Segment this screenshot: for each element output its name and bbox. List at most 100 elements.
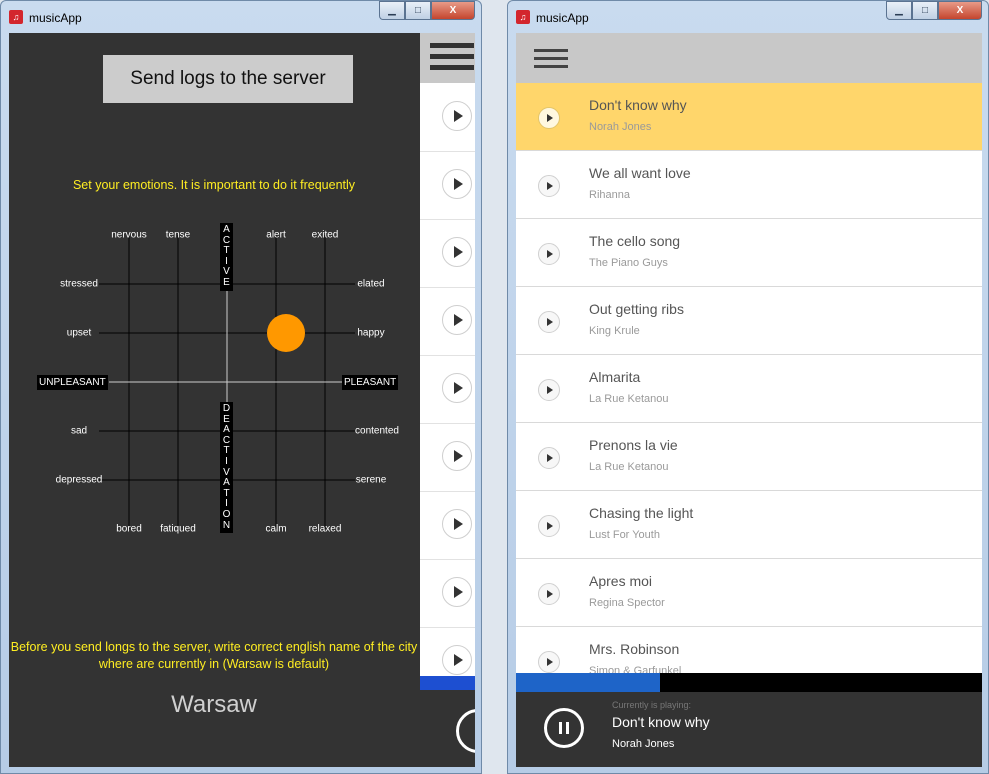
emotion-label-contented: contented [355,425,399,437]
song-row[interactable]: We all want love Rihanna [516,151,982,219]
emotion-label-depressed: depressed [55,474,103,486]
emotion-label-bored: bored [116,523,142,535]
deactivation-axis-label: D E A C T I V A T I O N [220,402,233,534]
maximize-button[interactable]: □ [912,1,938,20]
song-artist: La Rue Ketanou [589,461,669,473]
active-axis-label: A C T I V E [220,223,233,291]
song-title: Apres moi [589,573,653,589]
unpleasant-axis-label: UNPLEASANT [37,375,108,390]
song-title: Don't know why [589,97,687,113]
song-artist: Lust For Youth [589,529,660,541]
song-row[interactable]: Almarita La Rue Ketanou [516,355,982,423]
window-title: musicApp [29,11,82,25]
emotion-label-alert: alert [266,229,286,241]
pause-button[interactable] [544,708,584,748]
now-playing-artist: Norah Jones [612,738,675,750]
instruction-text: Set your emotions. It is important to do… [72,178,356,192]
song-title: Almarita [589,369,641,385]
emotion-label-tense: tense [165,229,191,241]
send-logs-button[interactable]: Send logs to the server [103,55,353,103]
player-window: ♫ musicApp ▁ □ X Don't know why Norah Jo… [507,0,989,774]
play-icon[interactable] [538,175,560,197]
pleasant-axis-label: PLEASANT [342,375,399,390]
play-icon[interactable] [538,243,560,265]
emotion-label-fatiqued: fatiqued [160,523,196,535]
pause-icon [559,722,562,734]
title-bar[interactable]: ♫ musicApp ▁ □ X [1,1,481,33]
song-title: Prenons la vie [589,437,678,453]
menu-icon[interactable] [534,49,568,73]
window-title: musicApp [536,11,589,25]
emotion-panel: Send logs to the server Set your emotion… [9,33,475,767]
play-icon[interactable] [442,509,472,539]
close-button[interactable]: X [431,1,475,20]
emotion-grid-lines [99,235,355,529]
minimize-button[interactable]: ▁ [886,1,912,20]
minimize-button[interactable]: ▁ [379,1,405,20]
song-artist: La Rue Ketanou [589,393,669,405]
play-icon[interactable] [442,237,472,267]
side-menu-bar [420,33,475,83]
now-playing-title: Don't know why [612,714,710,730]
song-artist: Norah Jones [589,121,652,133]
playlist-panel: Don't know why Norah Jones We all want l… [516,33,982,767]
playback-progress-fill [516,673,661,692]
play-icon[interactable] [538,311,560,333]
song-row[interactable]: Prenons la vie La Rue Ketanou [516,423,982,491]
side-progress-bar [420,676,475,690]
play-icon[interactable] [442,101,472,131]
playlist-side-strip [420,33,475,767]
play-icon[interactable] [538,107,560,129]
play-icon[interactable] [538,515,560,537]
emotion-label-sad: sad [70,425,88,437]
title-bar[interactable]: ♫ musicApp ▁ □ X [508,1,988,33]
play-icon[interactable] [442,577,472,607]
song-row[interactable]: Out getting ribs King Krule [516,287,982,355]
play-icon[interactable] [442,169,472,199]
song-row[interactable]: Chasing the light Lust For Youth [516,491,982,559]
song-title: Chasing the light [589,505,694,521]
emotion-label-calm: calm [265,523,287,535]
app-icon: ♫ [9,10,23,24]
emotion-label-elated: elated [357,278,385,290]
emotion-label-stressed: stressed [60,278,98,290]
menu-icon[interactable] [430,43,474,76]
song-row[interactable]: Don't know why Norah Jones [516,83,982,151]
play-icon[interactable] [538,651,560,673]
song-title: Mrs. Robinson [589,641,680,657]
now-playing-label: Currently is playing: [612,700,692,710]
emotion-label-relaxed: relaxed [308,523,342,535]
play-icon[interactable] [442,441,472,471]
song-title: Out getting ribs [589,301,684,317]
top-bar [516,33,982,83]
play-icon[interactable] [538,447,560,469]
emotion-label-exited: exited [311,229,339,241]
song-artist: King Krule [589,325,640,337]
emotion-label-happy: happy [357,327,385,339]
song-artist: Regina Spector [589,597,665,609]
song-row[interactable]: Apres moi Regina Spector [516,559,982,627]
city-input[interactable]: Warsaw [9,691,419,719]
song-artist: Rihanna [589,189,630,201]
now-playing-bar: Currently is playing: Don't know why Nor… [516,692,982,767]
play-icon[interactable] [538,583,560,605]
song-artist: The Piano Guys [589,257,668,269]
emotion-label-serene: serene [355,474,387,486]
emotion-label-upset: upset [66,327,92,339]
emotion-grid[interactable]: nervous tense alert exited stressed elat… [9,213,419,603]
play-icon[interactable] [442,305,472,335]
emotion-window: ♫ musicApp ▁ □ X Send logs to the server… [0,0,482,774]
app-icon: ♫ [516,10,530,24]
maximize-button[interactable]: □ [405,1,431,20]
play-icon[interactable] [538,379,560,401]
emotion-marker[interactable] [267,314,305,352]
close-button[interactable]: X [938,1,982,20]
playback-progress-bar[interactable] [516,673,982,692]
song-row[interactable]: The cello song The Piano Guys [516,219,982,287]
pause-icon [566,722,569,734]
play-icon[interactable] [442,373,472,403]
song-title: We all want love [589,165,691,181]
song-title: The cello song [589,233,681,249]
emotion-label-nervous: nervous [111,229,147,241]
play-icon[interactable] [442,645,472,675]
